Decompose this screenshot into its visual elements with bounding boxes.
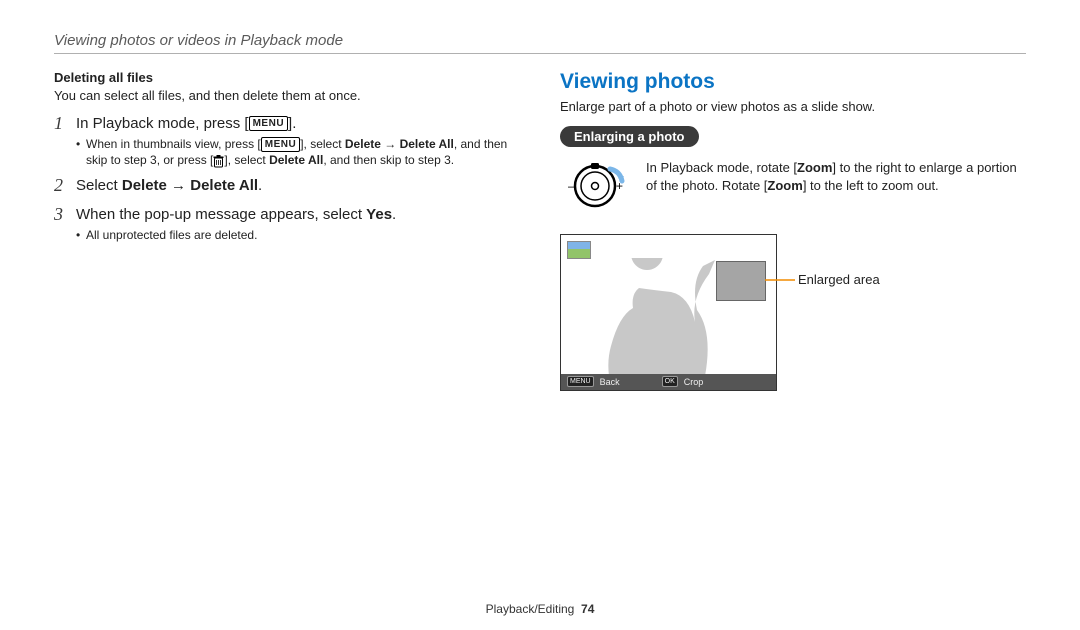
step-3-bullet: All unprotected files are deleted. (76, 227, 396, 244)
deleting-all-files-intro: You can select all files, and then delet… (54, 87, 520, 105)
text-bold: Delete All (269, 153, 323, 167)
text-fragment: In Playback mode, press [ (76, 115, 249, 132)
zoom-instruction-row: – + In Playback mode, rotate [Zoom] to t… (560, 159, 1026, 216)
text-bold: Delete (345, 137, 381, 151)
step-1-bullet: When in thumbnails view, press [MENU], s… (76, 136, 520, 170)
text-fragment: ]. (288, 115, 296, 132)
steps-list: 1 In Playback mode, press [MENU]. When i… (54, 113, 520, 244)
menu-badge: MENU (567, 376, 594, 387)
content-columns: Deleting all files You can select all fi… (54, 70, 1026, 391)
step-number: 3 (54, 204, 76, 226)
text-fragment: In Playback mode, rotate [ (646, 160, 797, 175)
text-fragment: → (167, 177, 190, 194)
screen-footer-bar: MENU Back OK Crop (561, 374, 776, 390)
step-3: 3 When the pop-up message appears, selec… (54, 204, 520, 244)
trash-icon (213, 155, 224, 168)
screen-thumbnail-icon (567, 241, 591, 259)
text-fragment: . (258, 177, 262, 194)
text-fragment: . (392, 206, 396, 223)
text-fragment: , and then skip to step 3. (323, 153, 454, 167)
text-bold: Delete All (190, 177, 258, 194)
svg-text:–: – (568, 179, 575, 193)
header-divider (54, 53, 1026, 54)
step-2: 2 Select Delete → Delete All. (54, 175, 520, 198)
text-fragment: When the pop-up message appears, select (76, 206, 366, 223)
text-fragment: ] to the left to zoom out. (803, 178, 939, 193)
ok-badge: OK (662, 376, 678, 387)
page: Viewing photos or videos in Playback mod… (0, 0, 1080, 630)
crop-label: Crop (684, 377, 704, 387)
text-bold: Zoom (797, 160, 832, 175)
viewing-photos-heading: Viewing photos (560, 70, 1026, 94)
page-footer: Playback/Editing 74 (0, 602, 1080, 616)
page-header-title: Viewing photos or videos in Playback mod… (54, 32, 1026, 49)
text-bold: Zoom (767, 178, 802, 193)
enlarged-area-box (716, 261, 766, 301)
zoom-dial-icon: – + (560, 161, 630, 216)
menu-icon: MENU (249, 116, 288, 131)
deleting-all-files-heading: Deleting all files (54, 70, 520, 85)
right-column: Viewing photos Enlarge part of a photo o… (560, 70, 1026, 391)
text-bold: Delete All (400, 137, 454, 151)
text-fragment: When in thumbnails view, press [ (86, 137, 261, 151)
viewing-photos-intro: Enlarge part of a photo or view photos a… (560, 98, 1026, 116)
step-number: 2 (54, 175, 76, 197)
screen-illustration-row: MENU Back OK Crop Enlarged area (560, 234, 1026, 391)
text-fragment: → (381, 137, 400, 151)
person-silhouette-icon (589, 258, 719, 376)
text-fragment: Select (76, 177, 122, 194)
enlarged-area-callout: Enlarged area (798, 272, 880, 287)
enlarging-a-photo-pill: Enlarging a photo (560, 126, 699, 147)
zoom-instruction-text: In Playback mode, rotate [Zoom] to the r… (646, 159, 1026, 197)
step-1: 1 In Playback mode, press [MENU]. When i… (54, 113, 520, 170)
back-label: Back (600, 377, 620, 387)
text-bold: Yes (366, 206, 392, 223)
left-column: Deleting all files You can select all fi… (54, 70, 520, 391)
step-3-text: When the pop-up message appears, select … (76, 204, 396, 225)
text-bold: Delete (122, 177, 167, 194)
text-fragment: ], select (224, 153, 269, 167)
footer-section: Playback/Editing (486, 602, 575, 616)
menu-icon: MENU (261, 137, 300, 152)
camera-screen-mock: MENU Back OK Crop (560, 234, 777, 391)
step-number: 1 (54, 113, 76, 135)
footer-page-number: 74 (581, 602, 594, 616)
step-1-text: In Playback mode, press [MENU]. (76, 113, 520, 134)
step-2-text: Select Delete → Delete All. (76, 175, 262, 196)
text-fragment: ], select (300, 137, 345, 151)
